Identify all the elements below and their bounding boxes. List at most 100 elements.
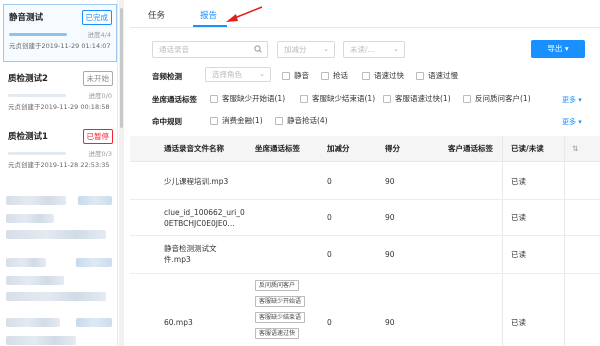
obscured-block bbox=[6, 214, 54, 223]
chevron-down-icon: ⌄ bbox=[393, 45, 399, 53]
obscured-block bbox=[6, 292, 106, 301]
seat-tag-chip: 客服缺少结束语 bbox=[255, 312, 306, 323]
progress-text: 进度4/4 bbox=[87, 31, 111, 39]
search-placeholder: 通话录音 bbox=[159, 45, 189, 54]
role-select[interactable]: 选择角色 ⌄ bbox=[205, 67, 271, 82]
read-status-select[interactable]: 未读/... ⌄ bbox=[343, 41, 405, 58]
checkbox-box bbox=[321, 71, 329, 80]
obscured-block bbox=[78, 196, 112, 205]
obscured-block bbox=[6, 336, 76, 345]
score: 90 bbox=[385, 213, 395, 222]
table-row[interactable]: 少儿课程培训.mp3 0 90 已读 bbox=[130, 162, 600, 200]
checkbox-label: 抢话 bbox=[333, 71, 348, 80]
export-button[interactable]: 导出 ▾ bbox=[531, 40, 585, 58]
column-header[interactable]: 坐席通话标签 bbox=[255, 136, 300, 162]
seat-tag-chip: 客服语速过快 bbox=[255, 328, 300, 339]
read-status: 已读 bbox=[511, 177, 526, 186]
more-label: 更多 bbox=[562, 118, 576, 126]
file-name[interactable]: 60.mp3 bbox=[164, 317, 193, 328]
status-badge: 未开始 bbox=[82, 71, 113, 86]
score-delta: 0 bbox=[327, 250, 332, 259]
checkbox-hit-rule[interactable]: 消费金融(1) bbox=[210, 115, 263, 126]
obscured-block bbox=[6, 230, 106, 239]
table-row[interactable]: 静音检测测试文 件.mp3 0 90 已读 bbox=[130, 236, 600, 274]
checkbox-label: 客服缺少结束语(1) bbox=[312, 94, 376, 103]
search-input[interactable]: 通话录音 bbox=[152, 41, 268, 58]
chevron-down-icon: ▾ bbox=[564, 44, 569, 53]
task-progress-bar bbox=[8, 93, 66, 97]
role-placeholder: 选择角色 bbox=[212, 70, 242, 79]
read-status: 已读 bbox=[511, 318, 526, 327]
column-header[interactable]: 已读/未读 bbox=[511, 136, 544, 162]
progress-text: 进度0/3 bbox=[88, 150, 112, 158]
chevron-down-icon: ▾ bbox=[578, 118, 582, 126]
seat-tag-chip: 反问质问客户 bbox=[255, 280, 300, 291]
task-card[interactable]: 质检测试1 已暂停 进度0/3 元贞创建于2019-11-28 22:53:35 bbox=[3, 124, 117, 186]
checkbox-seat-tag[interactable]: 客服缺少开始语(1) bbox=[210, 93, 285, 104]
annotation-arrow-icon bbox=[226, 6, 263, 22]
checkbox-label: 语速过慢 bbox=[428, 71, 458, 80]
checkbox-label: 反问质问客户(1) bbox=[475, 94, 531, 103]
obscured-block bbox=[76, 258, 112, 267]
checkbox-seat-tag[interactable]: 反问质问客户(1) bbox=[463, 93, 531, 104]
checkbox-interrupt[interactable]: 抢话 bbox=[321, 70, 348, 81]
task-card[interactable]: 质检测试2 未开始 进度0/0 元贞创建于2019-11-29 00:18:58 bbox=[3, 66, 117, 120]
task-progress-bar bbox=[9, 32, 67, 36]
checkbox-speech-slow[interactable]: 语速过慢 bbox=[416, 70, 458, 81]
table-row[interactable]: 反问质问客户 客服缺少开始语 客服缺少结束语 客服语速过快 60.mp3 0 9… bbox=[130, 274, 600, 346]
checkbox-box bbox=[210, 116, 218, 125]
created-time: 元贞创建于2019-11-28 22:53:35 bbox=[8, 161, 110, 169]
score-delta: 0 bbox=[327, 213, 332, 222]
table-row[interactable]: clue_id_100662_uri_0 0ETBCHJC0E0JE0... 0… bbox=[130, 200, 600, 236]
task-sidebar: 静音测试 已完成 进度4/4 元贞创建于2019-11-29 01:14:07 … bbox=[0, 0, 118, 346]
column-settings-icon[interactable]: ⇅ bbox=[572, 136, 578, 162]
table-header: 通话录音文件名称 坐席通话标签 加减分 得分 客户通话标签 已读/未读 ⇅ bbox=[130, 136, 600, 162]
obscured-block bbox=[6, 258, 46, 267]
export-label: 导出 bbox=[547, 44, 563, 53]
column-header[interactable]: 加减分 bbox=[327, 136, 350, 162]
checkbox-box bbox=[362, 71, 370, 80]
file-name[interactable]: 少儿课程培训.mp3 bbox=[164, 176, 228, 187]
task-card[interactable]: 静音测试 已完成 进度4/4 元贞创建于2019-11-29 01:14:07 bbox=[3, 4, 117, 62]
chevron-down-icon: ⌄ bbox=[259, 70, 265, 78]
checkbox-speech-fast[interactable]: 语速过快 bbox=[362, 70, 404, 81]
checkbox-hit-rule[interactable]: 静音抢话(4) bbox=[275, 115, 328, 126]
report-panel: 任务 报告 通话录音 加减分 ⌄ 未读/... ⌄ 导出 ▾ 音频检测 选择角色… bbox=[130, 0, 600, 346]
file-name[interactable]: 静音检测测试文 件.mp3 bbox=[164, 243, 250, 265]
checkbox-seat-tag[interactable]: 客服缺少结束语(1) bbox=[300, 93, 375, 104]
seat-tags-label: 坐席通话标签 bbox=[152, 95, 197, 104]
column-header[interactable]: 通话录音文件名称 bbox=[164, 136, 224, 162]
more-hit-rules-link[interactable]: 更多 ▾ bbox=[562, 117, 582, 127]
checkbox-box bbox=[383, 94, 391, 103]
obscured-block bbox=[6, 276, 64, 285]
checkbox-box bbox=[210, 94, 218, 103]
column-header[interactable]: 客户通话标签 bbox=[448, 136, 493, 162]
read-placeholder: 未读/... bbox=[350, 45, 375, 54]
checkbox-box bbox=[463, 94, 471, 103]
audio-detect-label: 音频检测 bbox=[152, 72, 182, 81]
score-delta: 0 bbox=[327, 318, 332, 327]
checkbox-label: 客服语速过快(1) bbox=[395, 94, 451, 103]
score-select[interactable]: 加减分 ⌄ bbox=[277, 41, 335, 58]
more-seat-tags-link[interactable]: 更多 ▾ bbox=[562, 95, 582, 105]
search-icon bbox=[254, 42, 262, 63]
column-header[interactable]: 得分 bbox=[385, 136, 400, 162]
file-name[interactable]: clue_id_100662_uri_0 0ETBCHJC0E0JE0... bbox=[164, 207, 250, 229]
created-time: 元贞创建于2019-11-29 00:18:58 bbox=[8, 103, 110, 111]
score: 90 bbox=[385, 318, 395, 327]
checkbox-silence[interactable]: 静音 bbox=[282, 70, 309, 81]
seat-tag-chip: 客服缺少开始语 bbox=[255, 296, 306, 307]
status-badge: 已暂停 bbox=[82, 129, 113, 144]
checkbox-seat-tag[interactable]: 客服语速过快(1) bbox=[383, 93, 451, 104]
task-progress-bar bbox=[8, 151, 66, 155]
chevron-down-icon: ▾ bbox=[578, 96, 582, 104]
checkbox-box bbox=[300, 94, 308, 103]
checkbox-label: 消费金融(1) bbox=[222, 116, 263, 125]
score-delta: 0 bbox=[327, 177, 332, 186]
obscured-block bbox=[76, 318, 112, 327]
checkbox-box bbox=[416, 71, 424, 80]
created-time: 元贞创建于2019-11-29 01:14:07 bbox=[9, 42, 111, 50]
obscured-block bbox=[6, 318, 60, 327]
sidebar-scroll-thumb[interactable] bbox=[120, 8, 123, 128]
status-badge: 已完成 bbox=[81, 10, 112, 25]
